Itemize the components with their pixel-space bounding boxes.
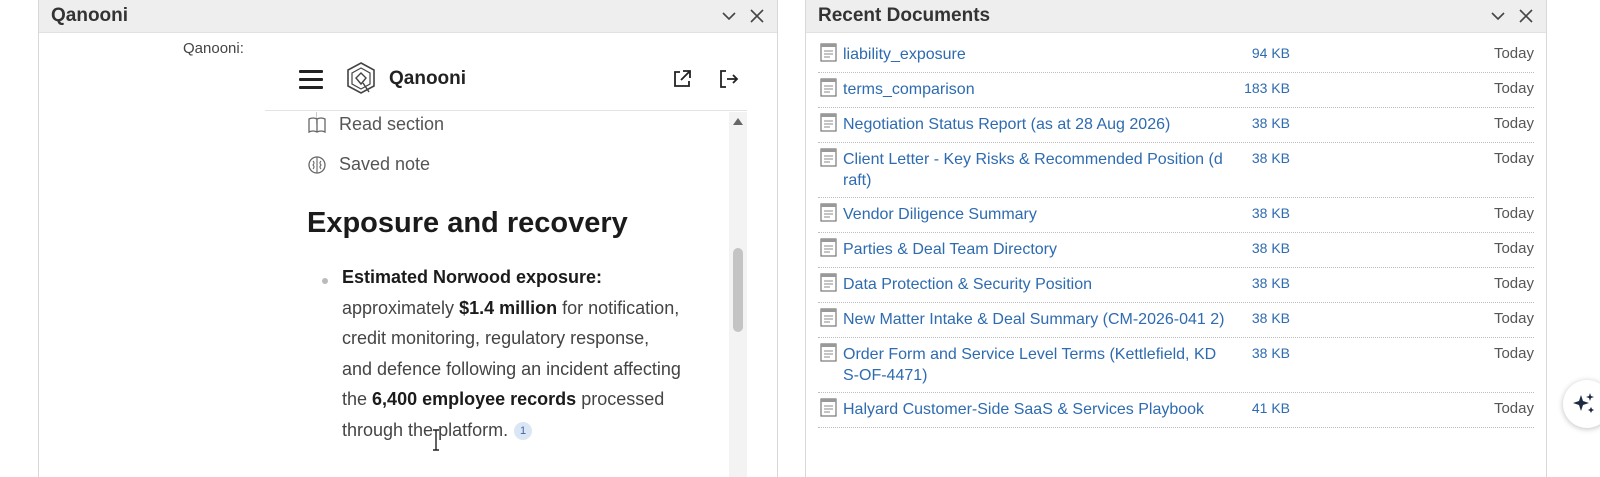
document-size: 38 KB	[1251, 150, 1290, 166]
chevron-down-icon[interactable]	[721, 8, 737, 24]
step-saved-note: Saved note	[307, 154, 430, 175]
record-count: 6,400 employee records	[372, 389, 577, 409]
brain-icon	[308, 155, 326, 174]
ai-assistant-button[interactable]	[1563, 380, 1600, 428]
document-link[interactable]: New Matter Intake & Deal Summary (CM-202…	[843, 309, 1233, 330]
widget-content: Read section Saved note Exposure and rec…	[265, 112, 747, 477]
step-label: Saved note	[339, 154, 431, 174]
document-date: Today	[1493, 115, 1534, 132]
document-row[interactable]: Client Letter - Key Risks & Recommended …	[818, 143, 1534, 198]
document-date: Today	[1493, 150, 1534, 167]
panel-title: Recent Documents	[818, 5, 991, 26]
exposure-bullet: Estimated Norwood exposure: approximatel…	[342, 262, 682, 445]
logout-icon[interactable]	[717, 68, 739, 90]
book-icon	[308, 116, 326, 133]
panel-header: Qanooni	[39, 0, 777, 33]
document-row[interactable]: liability_exposure 94 KB Today	[818, 38, 1534, 73]
scrollbar[interactable]	[729, 112, 747, 477]
menu-icon[interactable]	[299, 70, 323, 89]
document-row[interactable]: Negotiation Status Report (as at 28 Aug …	[818, 108, 1534, 143]
citation-badge[interactable]: 1	[514, 421, 533, 440]
document-row[interactable]: Halyard Customer-Side SaaS & Services Pl…	[818, 393, 1534, 428]
document-icon	[820, 203, 837, 222]
document-icon	[820, 343, 837, 362]
document-link[interactable]: Client Letter - Key Risks & Recommended …	[843, 149, 1233, 191]
document-date: Today	[1493, 80, 1534, 97]
document-row[interactable]: New Matter Intake & Deal Summary (CM-202…	[818, 303, 1534, 338]
sparkle-icon	[1573, 393, 1594, 413]
document-icon	[820, 78, 837, 97]
step-read-section: Read section	[307, 114, 444, 135]
close-icon[interactable]	[749, 8, 765, 24]
document-date: Today	[1493, 400, 1534, 417]
document-icon	[820, 398, 837, 417]
panel-header: Recent Documents	[806, 0, 1546, 33]
document-size: 38 KB	[1251, 345, 1290, 361]
close-icon[interactable]	[1518, 8, 1534, 24]
step-label: Read section	[339, 114, 445, 134]
addin-label: Qanooni:	[183, 40, 244, 57]
document-date: Today	[1493, 205, 1534, 222]
document-row[interactable]: terms_comparison 183 KB Today	[818, 73, 1534, 108]
document-icon	[820, 43, 837, 62]
brand-name: Qanooni	[389, 68, 467, 89]
text-cursor-icon	[433, 429, 439, 451]
exposure-amount: $1.4 million	[459, 297, 558, 318]
document-size: 94 KB	[1251, 45, 1290, 61]
document-link[interactable]: Negotiation Status Report (as at 28 Aug …	[843, 114, 1233, 135]
document-row[interactable]: Data Protection & Security Position 38 KB…	[818, 268, 1534, 303]
document-date: Today	[1493, 275, 1534, 292]
qanooni-panel: Qanooni Qanooni: Qanooni Read section Sa…	[38, 0, 778, 477]
document-row[interactable]: Vendor Diligence Summary 38 KB Today	[818, 198, 1534, 233]
recent-documents-panel: Recent Documents liability_exposure 94 KB…	[805, 0, 1547, 477]
document-size: 38 KB	[1251, 205, 1290, 221]
document-link[interactable]: Vendor Diligence Summary	[843, 204, 1233, 225]
chevron-down-icon[interactable]	[1490, 8, 1506, 24]
document-date: Today	[1493, 45, 1534, 62]
document-link[interactable]: Data Protection & Security Position	[843, 274, 1233, 295]
document-icon	[820, 273, 837, 292]
panel-title: Qanooni	[51, 5, 129, 26]
document-row[interactable]: Parties & Deal Team Directory 38 KB Today	[818, 233, 1534, 268]
document-link[interactable]: liability_exposure	[843, 44, 1233, 65]
document-icon	[820, 308, 837, 327]
document-date: Today	[1493, 240, 1534, 257]
bullet-lead: Estimated Norwood exposure:	[342, 267, 603, 287]
document-link[interactable]: Parties & Deal Team Directory	[843, 239, 1233, 260]
document-size: 38 KB	[1251, 275, 1290, 291]
document-icon	[820, 113, 837, 132]
document-link[interactable]: terms_comparison	[843, 79, 1233, 100]
document-size: 41 KB	[1251, 400, 1290, 416]
open-external-icon[interactable]	[671, 68, 693, 90]
document-size: 38 KB	[1251, 115, 1290, 131]
document-size: 38 KB	[1251, 240, 1290, 256]
document-date: Today	[1493, 345, 1534, 362]
bullet-dot	[322, 278, 328, 284]
document-date: Today	[1493, 310, 1534, 327]
widget-toolbar: Qanooni	[265, 48, 747, 111]
document-size: 183 KB	[1244, 80, 1290, 96]
document-row[interactable]: Order Form and Service Level Terms (Kett…	[818, 338, 1534, 393]
scroll-thumb[interactable]	[733, 248, 743, 332]
section-heading: Exposure and recovery	[307, 207, 628, 239]
document-icon	[820, 238, 837, 257]
document-link[interactable]: Order Form and Service Level Terms (Kett…	[843, 344, 1233, 386]
bullet-text: approximately	[342, 297, 455, 318]
qanooni-widget: Qanooni Read section Saved note Exposure…	[265, 48, 747, 477]
scroll-up-arrow-icon[interactable]	[733, 118, 743, 125]
qanooni-logo-icon	[347, 62, 375, 94]
document-icon	[820, 148, 837, 167]
document-link[interactable]: Halyard Customer-Side SaaS & Services Pl…	[843, 399, 1233, 420]
document-size: 38 KB	[1251, 310, 1290, 326]
document-list: liability_exposure 94 KB Today terms_compar…	[818, 38, 1534, 428]
